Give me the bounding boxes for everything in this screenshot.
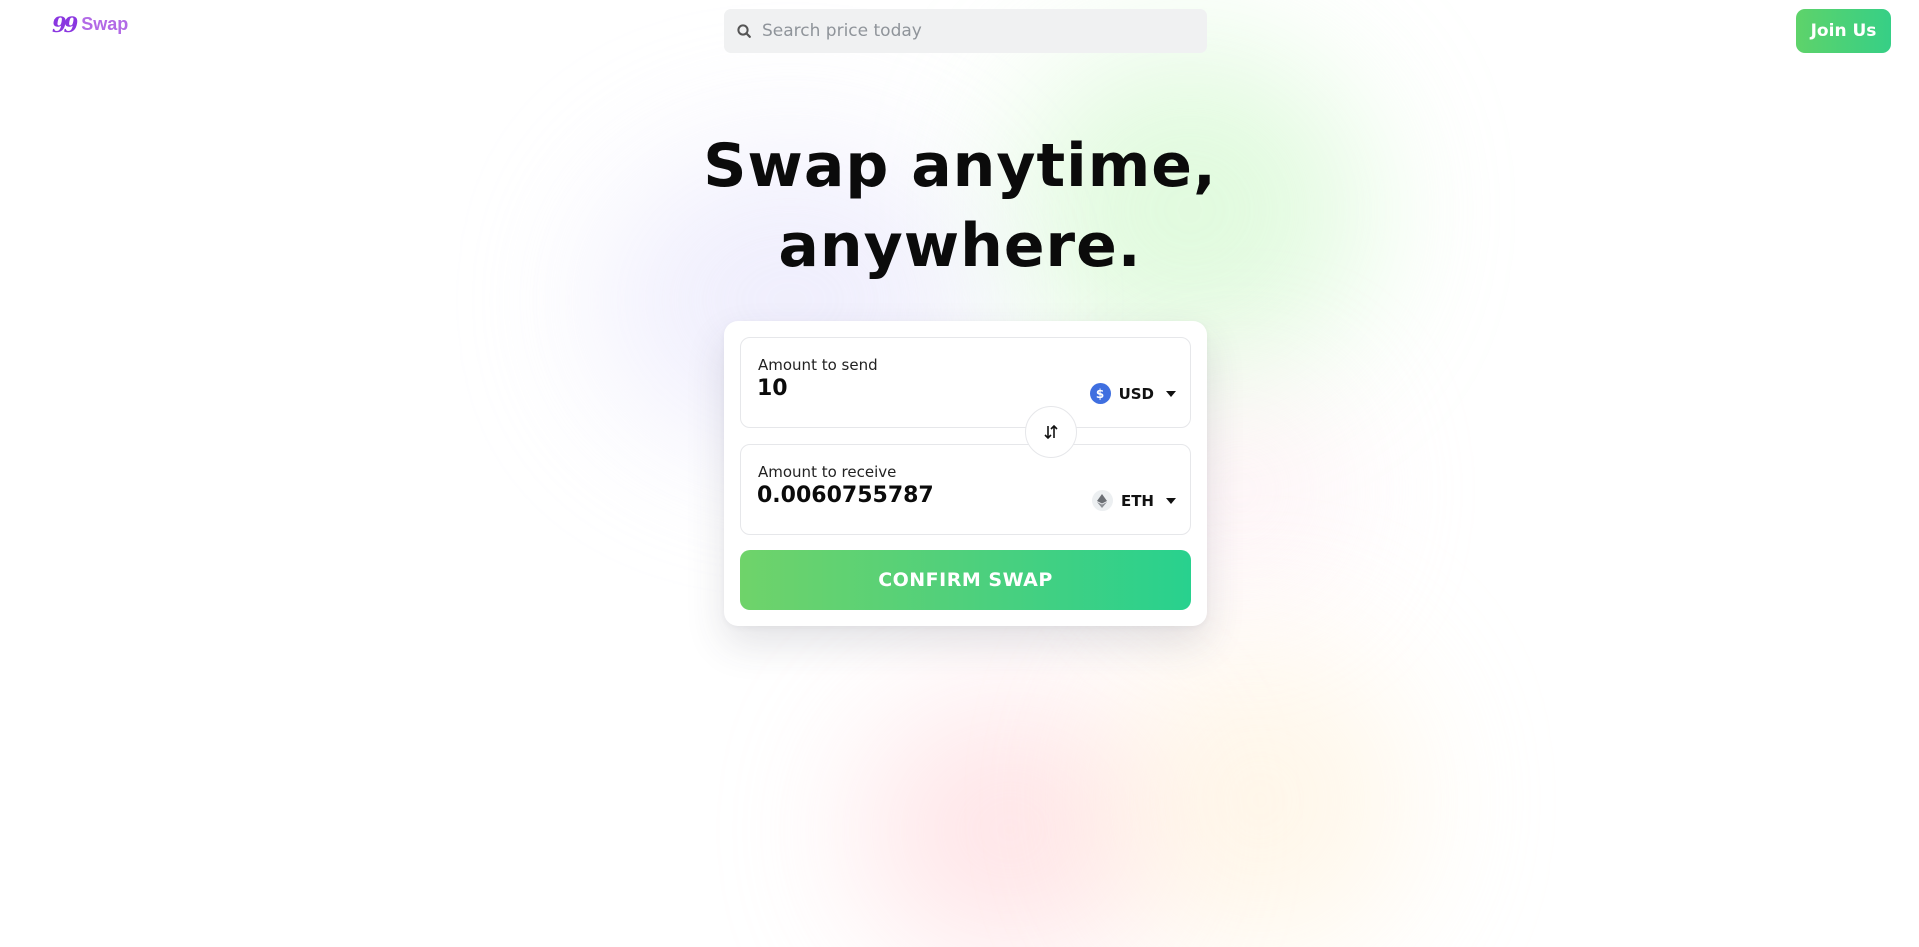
send-currency-code: USD (1118, 384, 1154, 403)
receive-currency-code: ETH (1120, 491, 1154, 510)
receive-amount-input[interactable] (757, 483, 1057, 508)
receive-amount-label: Amount to receive (758, 463, 897, 481)
send-amount-field: Amount to send $ USD (740, 337, 1191, 428)
background-blob-peach (1110, 640, 1410, 947)
send-currency-select[interactable]: $ USD (1089, 383, 1176, 404)
search-icon (737, 24, 751, 38)
caret-down-icon (1166, 497, 1176, 504)
swap-card: Amount to send $ USD Amount to receive (724, 321, 1207, 626)
dollar-coin-icon: $ (1089, 383, 1111, 404)
search-input[interactable] (762, 21, 1182, 41)
hero-title: Swap anytime, anywhere. (660, 126, 1260, 286)
page: 99 Swap Join Us Swap anytime, anywhere. … (0, 0, 1919, 947)
hero-title-line-1: Swap anytime, (703, 131, 1217, 201)
ethereum-icon (1091, 490, 1113, 511)
top-navbar: 99 Swap Join Us (0, 0, 1919, 60)
swap-direction-button[interactable] (1025, 406, 1077, 458)
logo-text: Swap (81, 14, 129, 34)
confirm-swap-button[interactable]: CONFIRM SWAP (740, 550, 1191, 610)
send-amount-input[interactable] (757, 376, 1057, 401)
send-amount-label: Amount to send (758, 356, 878, 374)
swap-arrows-icon (1044, 424, 1058, 440)
receive-currency-select[interactable]: ETH (1091, 490, 1176, 511)
background-blob-pink (860, 700, 1160, 947)
logo-mark-icon: 99 (52, 12, 78, 37)
logo[interactable]: 99 Swap (52, 14, 128, 35)
receive-amount-field: Amount to receive ETH (740, 444, 1191, 535)
hero-title-line-2: anywhere. (778, 211, 1142, 281)
join-us-button[interactable]: Join Us (1796, 9, 1891, 53)
caret-down-icon (1166, 390, 1176, 397)
search-bar[interactable] (724, 9, 1207, 53)
